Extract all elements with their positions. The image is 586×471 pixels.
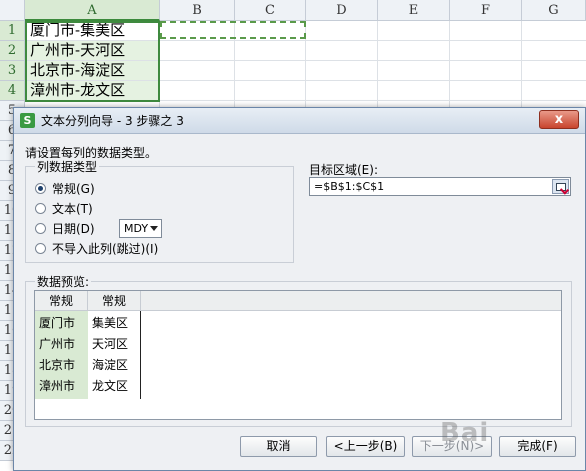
chevron-down-icon	[150, 226, 158, 231]
dialog-titlebar[interactable]: S 文本分列向导 - 3 步骤之 3 x	[14, 108, 585, 134]
column-header-e[interactable]: E	[378, 0, 450, 21]
data-preview[interactable]: 常规 常规 厦门市 集美区 广州市 天河区 北京市 海淀区 漳州市 龙文区	[34, 290, 562, 420]
range-picker-icon[interactable]	[552, 179, 569, 194]
row-header-2[interactable]: 2	[0, 41, 25, 61]
radio-skip[interactable]	[35, 242, 46, 254]
preview-group-label: 数据预览:	[35, 273, 92, 290]
column-header-d[interactable]: D	[306, 0, 378, 21]
option-skip-label: 不导入此列(跳过)(I)	[52, 241, 159, 256]
target-range-marquee	[160, 21, 306, 39]
radio-text[interactable]	[35, 202, 46, 214]
radio-general[interactable]	[35, 182, 46, 194]
row-header-4[interactable]: 4	[0, 81, 25, 101]
preview-cell: 海淀区	[92, 358, 129, 372]
preview-cell: 天河区	[92, 337, 129, 351]
preview-column-header-1[interactable]: 常规	[35, 291, 88, 311]
date-format-select[interactable]: MDY	[119, 219, 162, 238]
preview-cell: 集美区	[92, 316, 129, 330]
back-button[interactable]: <上一步(B)	[326, 436, 405, 457]
preview-cell: 厦门市	[39, 316, 76, 330]
column-header-a[interactable]: A	[25, 0, 160, 21]
selection-border	[25, 21, 160, 102]
target-range-input[interactable]: =$B$1:$C$1	[309, 177, 571, 196]
preview-column-divider	[140, 311, 141, 399]
option-general-label: 常规(G)	[52, 181, 95, 196]
option-skip[interactable]: 不导入此列(跳过)(I)	[35, 240, 158, 256]
row-header-1[interactable]: 1	[0, 21, 25, 41]
column-header-b[interactable]: B	[160, 0, 235, 21]
column-header-f[interactable]: F	[450, 0, 522, 21]
column-header-c[interactable]: C	[235, 0, 306, 21]
date-format-value: MDY	[124, 222, 149, 235]
option-text-label: 文本(T)	[52, 201, 93, 216]
row-header-3[interactable]: 3	[0, 61, 25, 81]
preview-cell: 龙文区	[92, 379, 129, 393]
preview-column-header-2[interactable]: 常规	[88, 291, 141, 311]
dialog-title: 文本分列向导 - 3 步骤之 3	[41, 114, 184, 128]
option-date-label: 日期(D)	[52, 221, 95, 236]
option-text[interactable]: 文本(T)	[35, 200, 93, 216]
target-range-label: 目标区域(E):	[309, 163, 378, 177]
app-icon: S	[20, 113, 35, 128]
option-date[interactable]: 日期(D)	[35, 220, 95, 236]
preview-header-filler	[141, 291, 561, 311]
preview-cell: 广州市	[39, 337, 76, 351]
finish-button[interactable]: 完成(F)	[499, 436, 576, 457]
text-to-columns-dialog: S 文本分列向导 - 3 步骤之 3 x 请设置每列的数据类型。 列数据类型 常…	[13, 107, 586, 471]
option-general[interactable]: 常规(G)	[35, 180, 95, 196]
column-header-g[interactable]: G	[522, 0, 586, 21]
watermark-text: Bai	[440, 418, 490, 448]
preview-cell: 漳州市	[39, 379, 76, 393]
select-all-corner[interactable]	[0, 0, 25, 21]
target-range-value: =$B$1:$C$1	[314, 180, 385, 193]
close-button[interactable]: x	[539, 110, 579, 129]
column-type-group-label: 列数据类型	[35, 158, 100, 175]
radio-date[interactable]	[35, 222, 46, 234]
preview-cell: 北京市	[39, 358, 76, 372]
cancel-button[interactable]: 取消	[240, 436, 317, 457]
